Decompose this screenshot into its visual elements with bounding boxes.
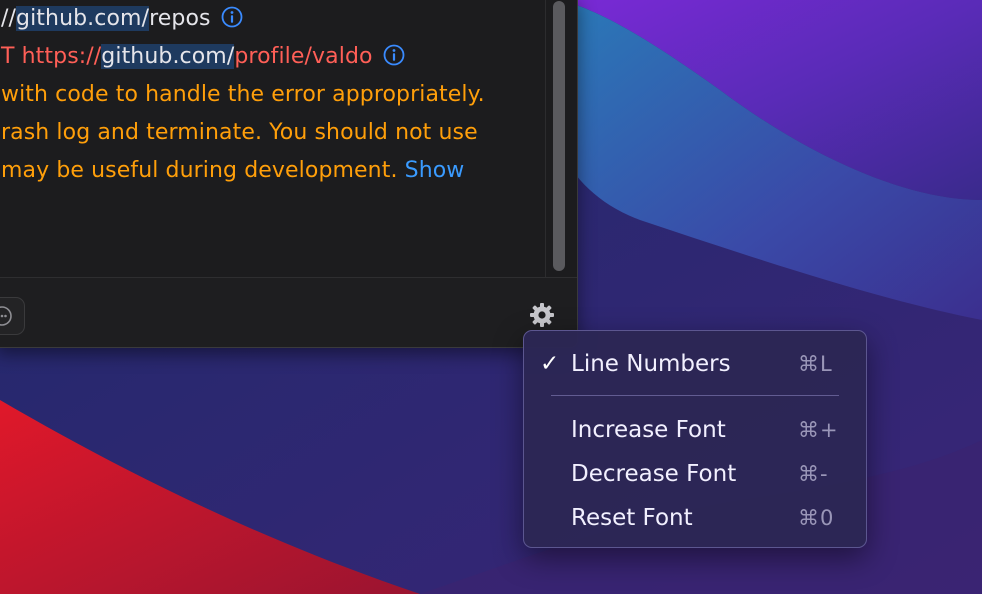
menu-item-shortcut: ⌘0 — [798, 506, 835, 530]
ellipsis-circle-icon — [0, 306, 12, 326]
menu-item-decrease-font[interactable]: Decrease Font ⌘- — [524, 455, 866, 495]
menu-item-label: Reset Font — [571, 505, 693, 531]
log-path: profile/valdo — [234, 44, 373, 69]
host-highlight: github.com/ — [101, 44, 235, 69]
scrollbar-thumb[interactable] — [553, 1, 565, 271]
info-circle-icon[interactable] — [221, 6, 243, 28]
log-text: T https:// — [1, 44, 102, 69]
info-circle-icon[interactable] — [383, 44, 405, 66]
menu-item-label: Line Numbers — [571, 351, 731, 377]
menu-item-label: Increase Font — [571, 417, 726, 443]
log-line: with code to handle the error appropriat… — [1, 82, 485, 107]
log-line: may be useful during development. Show — [1, 156, 464, 186]
log-line: //github.com/repos — [1, 4, 243, 34]
log-line: rash log and terminate. You should not u… — [1, 120, 478, 145]
menu-item-line-numbers[interactable]: ✓ Line Numbers ⌘L — [524, 345, 866, 385]
host-highlight: github.com/ — [16, 6, 150, 31]
menu-separator — [551, 395, 839, 396]
menu-item-shortcut: ⌘+ — [798, 418, 839, 442]
menu-item-label: Decrease Font — [571, 461, 737, 487]
menu-item-shortcut: ⌘L — [798, 352, 833, 376]
menu-item-shortcut: ⌘- — [798, 462, 829, 486]
gear-icon — [530, 303, 554, 327]
show-link[interactable]: Show — [405, 158, 465, 183]
log-line: T https://github.com/profile/valdo — [1, 42, 405, 72]
more-button[interactable] — [0, 297, 25, 335]
log-text: may be useful during development. — [1, 158, 405, 183]
settings-menu: ✓ Line Numbers ⌘L Increase Font ⌘+ Decre… — [523, 330, 867, 548]
log-text: // — [1, 6, 17, 31]
settings-button[interactable] — [529, 302, 555, 328]
checkmark-icon: ✓ — [540, 351, 560, 377]
menu-item-reset-font[interactable]: Reset Font ⌘0 — [524, 499, 866, 539]
console-footer — [0, 277, 577, 347]
console-window: //github.com/repos T https://github.com/… — [0, 0, 578, 348]
menu-item-increase-font[interactable]: Increase Font ⌘+ — [524, 411, 866, 451]
log-path: repos — [149, 6, 211, 31]
log-output: //github.com/repos T https://github.com/… — [0, 0, 545, 277]
